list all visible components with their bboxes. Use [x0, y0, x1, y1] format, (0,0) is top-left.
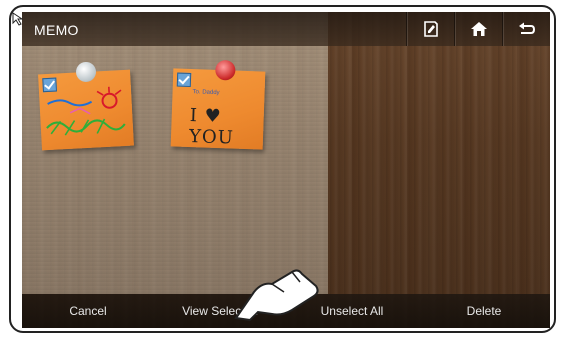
memo-screen: MEMO To. Daddy I ♥ YOU Cancel View Selec…	[22, 12, 550, 328]
memo-note[interactable]	[38, 61, 134, 151]
back-icon	[518, 21, 536, 37]
memo-note[interactable]: To. Daddy I ♥ YOU	[170, 59, 266, 150]
delete-button[interactable]: Delete	[418, 294, 550, 328]
title-bar: MEMO	[22, 12, 550, 46]
memo-recipient: To. Daddy	[192, 89, 220, 97]
home-button[interactable]	[454, 12, 503, 46]
selected-checkbox[interactable]	[176, 72, 192, 88]
cancel-button[interactable]: Cancel	[22, 294, 154, 328]
memo-text: I ♥ YOU	[188, 105, 235, 149]
cursor-arrow-icon	[12, 12, 24, 26]
app-title: MEMO	[34, 22, 79, 38]
back-button[interactable]	[502, 12, 550, 46]
pin-icon	[215, 59, 236, 81]
doodle-drawing	[46, 86, 126, 136]
memo-edit-button[interactable]	[406, 12, 455, 46]
pointing-hand-icon	[234, 269, 319, 322]
home-icon	[470, 21, 488, 37]
memo-edit-icon	[423, 20, 439, 38]
